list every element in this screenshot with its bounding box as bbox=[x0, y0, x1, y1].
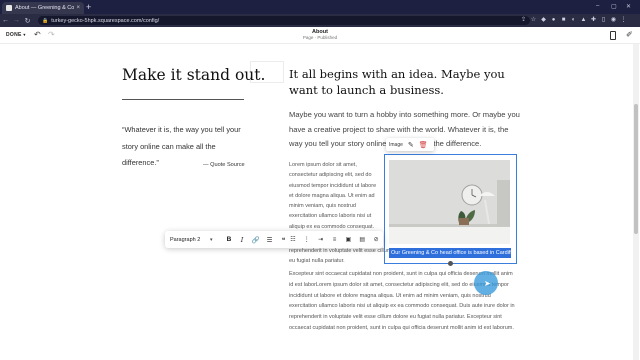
scrollbar-thumb[interactable] bbox=[634, 104, 638, 234]
section-heading-right[interactable]: It all begins with an idea. Maybe you wa… bbox=[289, 66, 519, 98]
paragraph-style-select[interactable]: Paragraph 2 bbox=[170, 237, 210, 243]
extension-icon[interactable]: ◆ bbox=[540, 16, 547, 24]
forward-icon[interactable]: → bbox=[11, 17, 22, 24]
address-bar[interactable]: 🔒 turkey-gecko-5hpk.squarespace.com/conf… bbox=[38, 16, 530, 25]
resize-handle[interactable] bbox=[448, 261, 453, 266]
tab-title: About — Greening & Co bbox=[15, 5, 75, 11]
edit-pencil-icon[interactable]: ✎ bbox=[408, 141, 414, 149]
divider bbox=[122, 99, 244, 100]
browser-tab-bar: About — Greening & Co × + – ▢ ✕ bbox=[0, 0, 640, 14]
extension-icon[interactable]: ● bbox=[550, 16, 557, 24]
browser-toolbar: ← → ↻ 🔒 turkey-gecko-5hpk.squarespace.co… bbox=[0, 14, 640, 27]
editor-header: DONE ▾ ↶ ↷ About Page · Published ✐ bbox=[0, 27, 640, 44]
indent-icon[interactable]: ⇥ bbox=[314, 236, 328, 243]
office-photo[interactable] bbox=[389, 160, 510, 244]
tab-close-icon[interactable]: × bbox=[76, 5, 80, 11]
maximize-icon[interactable]: ▢ bbox=[611, 3, 617, 10]
bulleted-list-icon[interactable]: ☷ bbox=[286, 236, 300, 243]
site-styles-icon[interactable]: ✐ bbox=[626, 30, 633, 39]
bookmark-star-icon[interactable]: ☆ bbox=[530, 16, 537, 24]
image-block-toolbar: Image ✎ 🗑 bbox=[386, 138, 434, 151]
quote-source[interactable]: — Quote Source bbox=[203, 162, 245, 168]
kebab-menu-icon[interactable]: ⋮ bbox=[620, 16, 627, 24]
minimize-icon[interactable]: – bbox=[596, 3, 599, 9]
lock-icon: 🔒 bbox=[42, 17, 49, 24]
page-status: Page · Published bbox=[302, 35, 338, 40]
image-block-label: Image bbox=[389, 141, 403, 148]
reload-icon[interactable]: ↻ bbox=[22, 17, 33, 25]
body-paragraph-narrow[interactable]: Lorem ipsum dolor sit amet, consectetur … bbox=[289, 160, 379, 232]
extension-icons: ⇪ ☆ ◆ ● ■ ◐ ▲ ✚ ▯ ◉ ⋮ bbox=[520, 16, 627, 24]
extension-icon[interactable]: ▲ bbox=[580, 16, 587, 24]
profile-icon[interactable]: ◉ bbox=[610, 16, 617, 24]
bold-button[interactable]: B bbox=[223, 236, 236, 243]
align-left-icon[interactable]: ☰ bbox=[263, 236, 277, 244]
image-insert-icon[interactable]: ▣ bbox=[341, 236, 355, 243]
sidebar-icon[interactable]: ▯ bbox=[600, 16, 607, 24]
extension-icon[interactable]: ■ bbox=[560, 16, 567, 24]
italic-button[interactable]: I bbox=[236, 236, 249, 244]
section-heading-left[interactable]: Make it stand out. bbox=[122, 66, 265, 84]
share-icon[interactable]: ⇪ bbox=[520, 16, 527, 24]
back-icon[interactable]: ← bbox=[0, 17, 11, 24]
url-text: turkey-gecko-5hpk.squarespace.com/config… bbox=[51, 17, 160, 24]
chevron-down-icon[interactable]: ▾ bbox=[210, 237, 213, 243]
numbered-list-icon[interactable]: ⋮ bbox=[300, 236, 314, 243]
close-window-icon[interactable]: ✕ bbox=[626, 3, 631, 10]
page-scrollbar[interactable] bbox=[633, 44, 639, 360]
image-caption-selected[interactable]: Our Greening & Co head office is based i… bbox=[389, 248, 511, 258]
extension-icon[interactable]: ◐ bbox=[570, 16, 577, 24]
new-tab-button[interactable]: + bbox=[86, 2, 91, 12]
clear-format-icon[interactable]: ⊘ bbox=[369, 236, 383, 243]
favicon-icon bbox=[6, 5, 12, 11]
link-icon[interactable]: 🔗 bbox=[249, 236, 263, 244]
save-icon[interactable]: ▤ bbox=[355, 236, 369, 243]
browser-tab[interactable]: About — Greening & Co × bbox=[2, 2, 84, 14]
text-format-toolbar-row2: ☷ ⋮ ⇥ ≡ ▣ ▤ ⊘ bbox=[286, 233, 383, 246]
puzzle-icon[interactable]: ✚ bbox=[590, 16, 597, 24]
trash-icon[interactable]: 🗑 bbox=[419, 141, 428, 149]
mouse-pointer-icon: ➤ bbox=[484, 279, 491, 288]
mobile-preview-icon[interactable] bbox=[610, 31, 616, 40]
align-center-icon[interactable]: ≡ bbox=[328, 237, 342, 243]
